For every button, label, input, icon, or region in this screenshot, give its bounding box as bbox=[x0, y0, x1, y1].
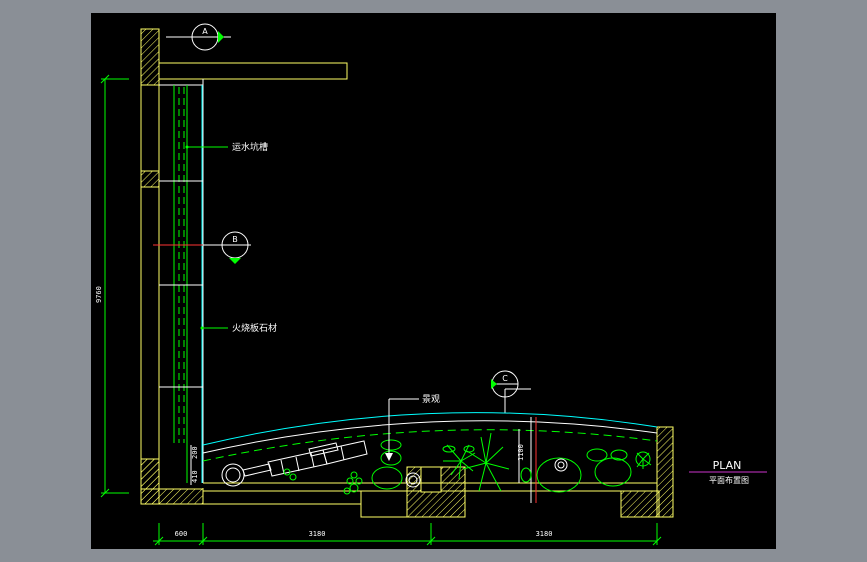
plan-title: PLAN bbox=[713, 459, 742, 472]
cad-canvas[interactable]: 运水坑槽 火烧板石材 A B C 景观 200 410 1100 9760 60… bbox=[91, 13, 776, 549]
label-drain: 运水坑槽 bbox=[232, 141, 268, 153]
palm-plant-2 bbox=[462, 432, 510, 492]
label-stone: 火烧板石材 bbox=[232, 322, 277, 334]
height-dimension: 9760 bbox=[95, 74, 129, 498]
dim-200: 200 bbox=[191, 446, 199, 459]
plan-subtitle: 平面布置图 bbox=[709, 475, 749, 485]
dim-height-total: 9760 bbox=[95, 286, 103, 303]
wall-hatch-top bbox=[140, 28, 160, 86]
wall-hatch-mid bbox=[140, 170, 160, 188]
section-marker-a[interactable]: A bbox=[166, 23, 231, 51]
dim-bottom-mid: 3180 bbox=[309, 530, 326, 538]
callout-drain: 运水坑槽 bbox=[185, 141, 268, 153]
section-marker-b[interactable]: B bbox=[203, 231, 251, 264]
marker-b-letter: B bbox=[232, 235, 238, 244]
curved-planter bbox=[140, 412, 674, 518]
top-beam bbox=[158, 62, 348, 80]
dim-1100: 1100 bbox=[517, 444, 525, 461]
drain-channel bbox=[153, 79, 216, 483]
palm-plant-3 bbox=[635, 451, 652, 469]
bottom-dimensions: 600 3180 3180 bbox=[153, 523, 662, 546]
label-landscape: 景观 bbox=[422, 394, 440, 405]
dim-bottom-left: 600 bbox=[175, 530, 188, 538]
section-marker-c[interactable]: C bbox=[491, 370, 531, 413]
callout-stone: 火烧板石材 bbox=[200, 322, 277, 334]
dim-bottom-right: 3180 bbox=[536, 530, 553, 538]
marker-a-letter: A bbox=[202, 27, 208, 36]
plan-title-block: PLAN 平面布置图 bbox=[689, 459, 767, 485]
marker-c-letter: C bbox=[502, 374, 508, 383]
small-dimensions: 200 410 1100 bbox=[190, 429, 525, 485]
dim-410: 410 bbox=[191, 470, 199, 483]
plan-drawing: 运水坑槽 火烧板石材 A B C 景观 200 410 1100 9760 60… bbox=[95, 23, 767, 546]
